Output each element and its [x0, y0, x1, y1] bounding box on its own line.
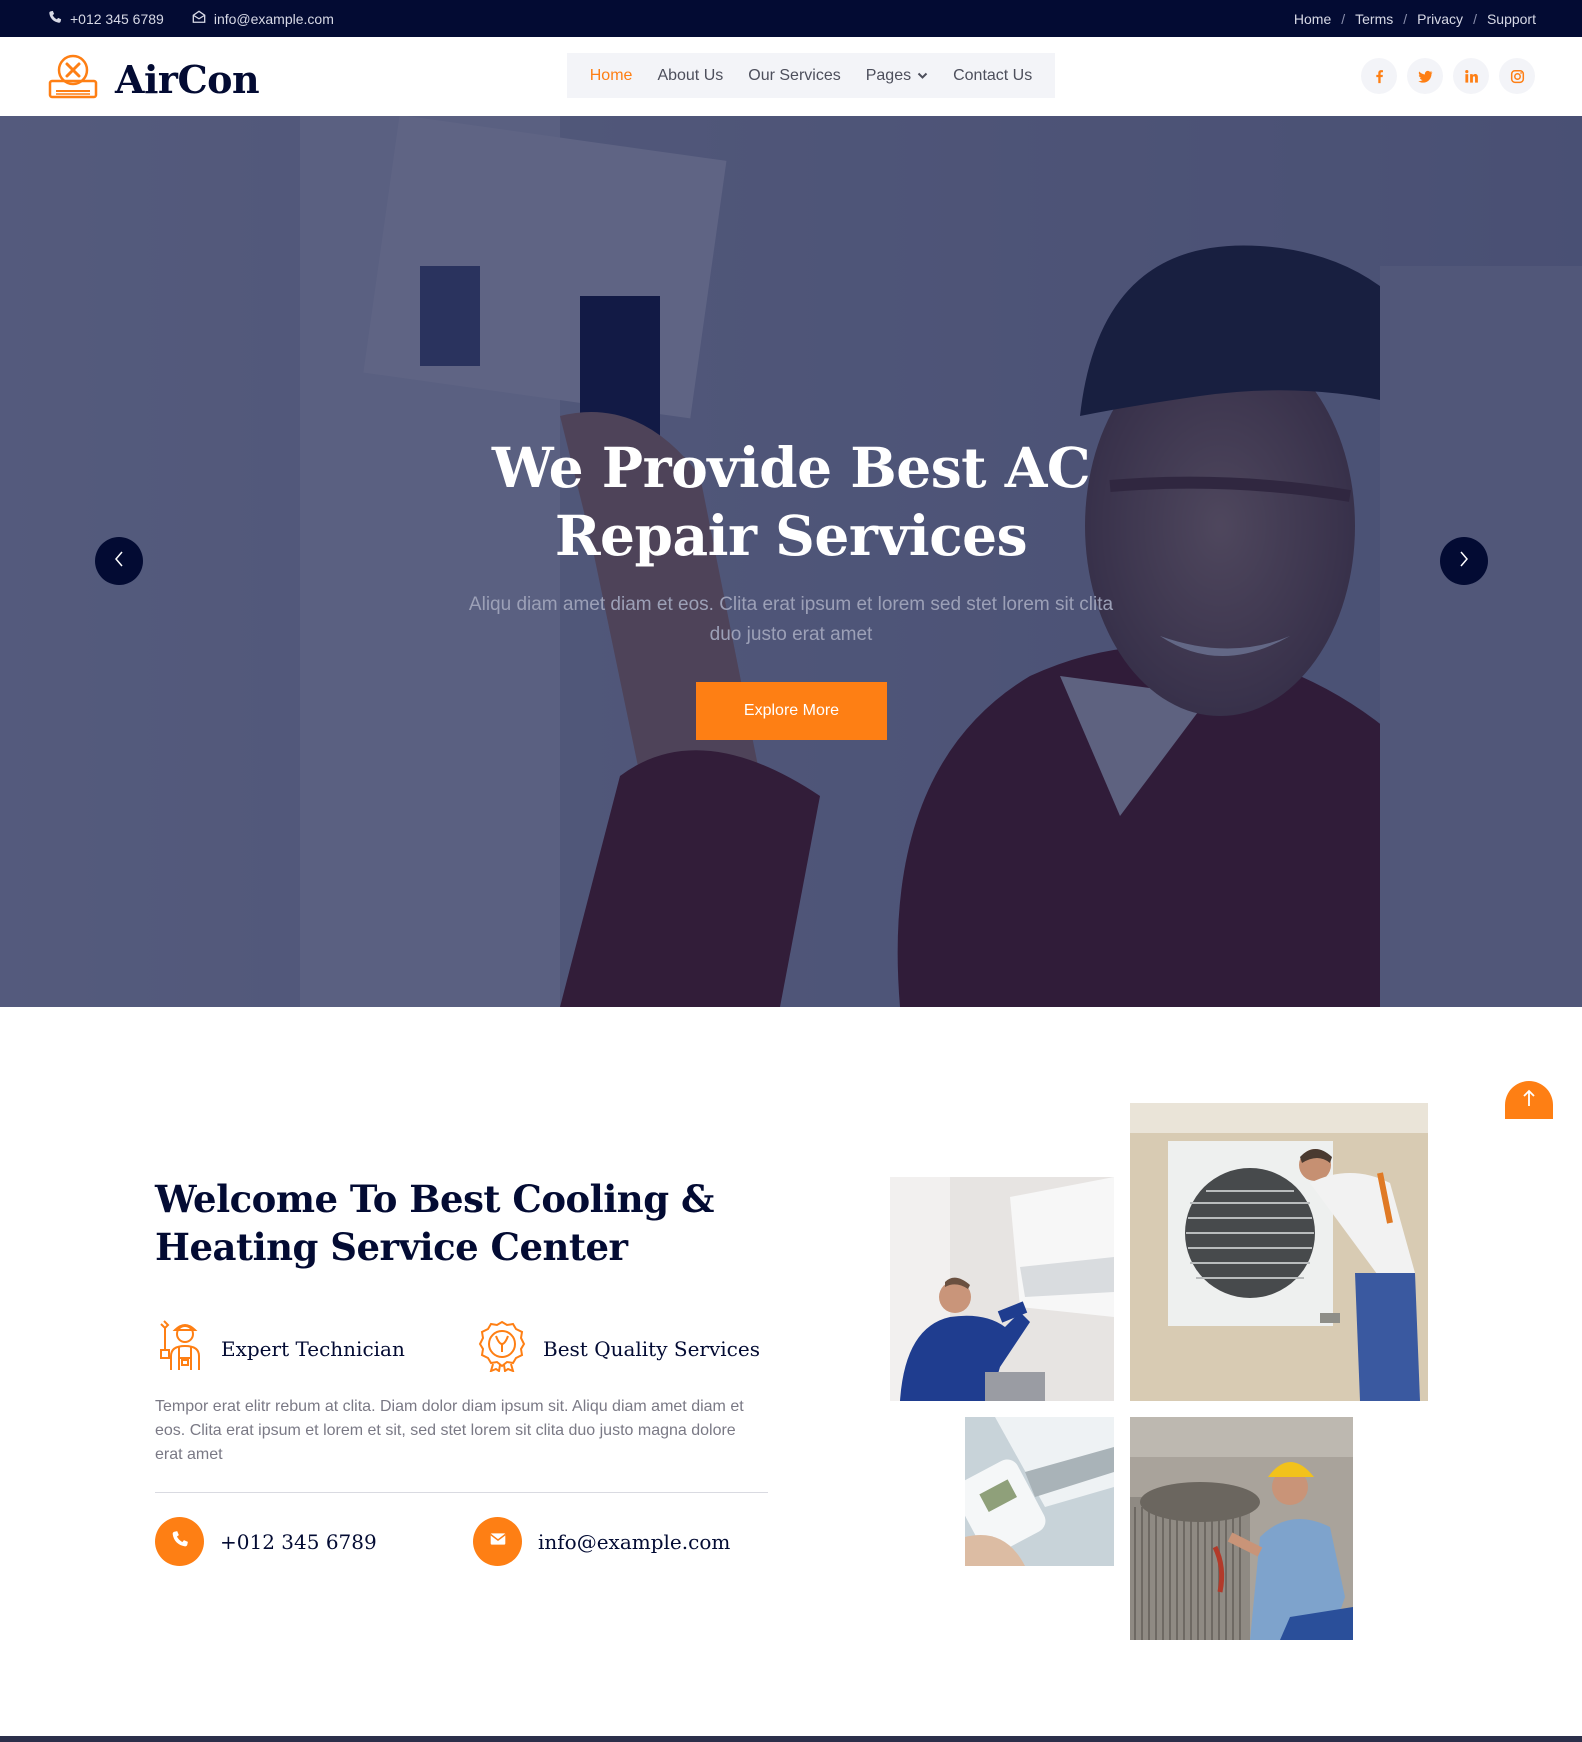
- contact-phone[interactable]: +012 345 6789: [155, 1517, 377, 1566]
- feature-expert-technician: Expert Technician: [155, 1320, 405, 1377]
- topbar-link-home[interactable]: Home: [1294, 11, 1331, 27]
- envelope-icon: [489, 1530, 507, 1553]
- explore-more-button[interactable]: Explore More: [696, 682, 887, 740]
- linkedin-icon[interactable]: [1453, 58, 1489, 94]
- envelope-icon-circle: [473, 1517, 522, 1566]
- social-links: [1361, 58, 1535, 94]
- site-header: AirCon Home About Us Our Services Pages …: [0, 37, 1582, 116]
- main-nav: Home About Us Our Services Pages Contact…: [567, 53, 1055, 98]
- hero-carousel: We Provide Best AC Repair Services Aliqu…: [0, 116, 1582, 1007]
- phone-icon: [48, 10, 62, 27]
- topbar-link-privacy[interactable]: Privacy: [1417, 11, 1463, 27]
- technician-condenser-repair-photo: [1130, 1417, 1353, 1640]
- topbar-email[interactable]: info@example.com: [192, 10, 334, 27]
- carousel-prev-button[interactable]: [95, 537, 143, 585]
- contact-email[interactable]: info@example.com: [473, 1517, 730, 1566]
- envelope-open-icon: [192, 10, 206, 27]
- quality-badge-icon: [477, 1320, 527, 1377]
- topbar-link-terms[interactable]: Terms: [1355, 11, 1393, 27]
- arrow-up-icon: [1522, 1088, 1536, 1113]
- topbar-phone[interactable]: +012 345 6789: [48, 10, 164, 27]
- feature-label: Expert Technician: [221, 1336, 405, 1361]
- ac-unit-logo-icon: [47, 53, 99, 106]
- top-bar: +012 345 6789 info@example.com Home / Te…: [0, 0, 1582, 37]
- contact-email-text: info@example.com: [538, 1529, 731, 1554]
- nav-item-our-services[interactable]: Our Services: [748, 67, 840, 85]
- phone-icon: [171, 1530, 189, 1553]
- feature-label: Best Quality Services: [543, 1336, 760, 1361]
- facebook-icon[interactable]: [1361, 58, 1397, 94]
- topbar-link-support[interactable]: Support: [1487, 11, 1536, 27]
- carousel-next-button[interactable]: [1440, 537, 1488, 585]
- feature-best-quality: Best Quality Services: [477, 1320, 760, 1377]
- section-divider: [155, 1492, 768, 1493]
- nav-item-pages[interactable]: Pages: [866, 67, 928, 85]
- phone-icon-circle: [155, 1517, 204, 1566]
- breadcrumb-separator: /: [1403, 10, 1408, 27]
- welcome-title: Welcome To Best Cooling & Heating Servic…: [155, 1177, 714, 1269]
- contact-phone-text: +012 345 6789: [220, 1529, 377, 1554]
- instagram-icon[interactable]: [1499, 58, 1535, 94]
- twitter-icon[interactable]: [1407, 58, 1443, 94]
- welcome-body-text: Tempor erat elitr rebum at clita. Diam d…: [155, 1398, 744, 1463]
- technician-icon: [155, 1320, 205, 1377]
- nav-item-contact-us[interactable]: Contact Us: [953, 67, 1032, 85]
- breadcrumb-separator: /: [1473, 10, 1477, 27]
- hero-title: We Provide Best AC Repair Services: [491, 435, 1091, 568]
- technician-indoor-ac-photo: [890, 1177, 1114, 1401]
- breadcrumb-separator: /: [1341, 10, 1346, 27]
- technician-outdoor-unit-photo: [1130, 1103, 1428, 1401]
- hero-subtitle: Aliqu diam amet diam et eos. Clita erat …: [468, 594, 1114, 645]
- chevron-right-icon: [1457, 549, 1471, 574]
- chevron-down-icon: [917, 67, 928, 85]
- chevron-left-icon: [112, 549, 126, 574]
- nav-item-about-us[interactable]: About Us: [657, 67, 723, 85]
- ac-remote-photo: [965, 1417, 1114, 1566]
- back-to-top-button[interactable]: [1505, 1081, 1553, 1119]
- nav-item-pages-label: Pages: [865, 66, 912, 84]
- topbar-phone-text: +012 345 6789: [70, 10, 164, 27]
- brand-name: AirCon: [115, 57, 260, 102]
- brand-logo-link[interactable]: AirCon: [47, 53, 260, 106]
- topbar-email-text: info@example.com: [213, 10, 334, 27]
- footer-top-edge: [0, 1736, 1582, 1742]
- nav-item-home[interactable]: Home: [590, 67, 633, 85]
